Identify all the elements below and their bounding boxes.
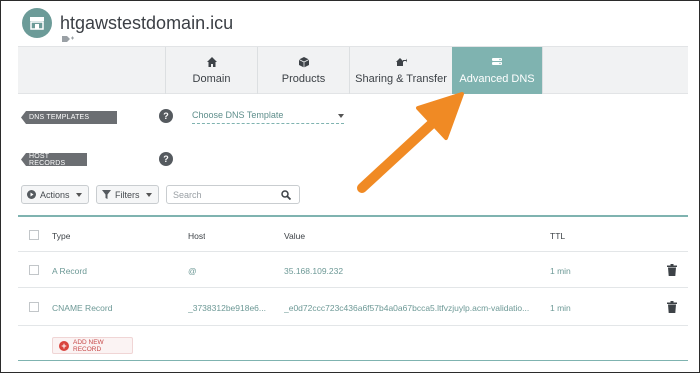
trash-icon[interactable] xyxy=(667,264,677,276)
help-icon[interactable]: ? xyxy=(159,109,173,123)
record-host[interactable]: @ xyxy=(188,266,197,276)
trash-icon[interactable] xyxy=(667,301,677,313)
home-icon xyxy=(206,57,217,67)
tab-domain[interactable]: Domain xyxy=(165,47,257,94)
search-icon[interactable] xyxy=(281,190,291,200)
search-input[interactable]: Search xyxy=(166,185,300,204)
box-icon xyxy=(298,57,309,68)
dns-templates-label: DNS TEMPLATES xyxy=(21,111,117,124)
share-icon xyxy=(396,58,407,66)
record-type[interactable]: CNAME Record xyxy=(52,303,112,313)
table-bottom-border xyxy=(18,360,688,361)
column-header-value[interactable]: Value xyxy=(284,231,305,241)
record-value[interactable]: _e0d72ccc723c436a6f57b4a0a67bcca5.ltfvzj… xyxy=(284,303,539,313)
column-header-ttl[interactable]: TTL xyxy=(550,231,565,241)
play-icon xyxy=(27,190,36,199)
help-icon[interactable]: ? xyxy=(159,152,173,166)
chevron-down-icon xyxy=(146,193,152,197)
dns-template-select[interactable]: Choose DNS Template xyxy=(192,110,344,124)
plus-icon: + xyxy=(59,341,69,351)
record-ttl[interactable]: 1 min xyxy=(550,266,571,276)
row-checkbox[interactable] xyxy=(29,265,39,275)
row-divider xyxy=(18,251,688,252)
chevron-down-icon xyxy=(76,193,82,197)
tab-label: Products xyxy=(281,73,326,85)
tab-label: Domain xyxy=(192,73,231,85)
row-divider xyxy=(18,325,688,326)
tab-divider xyxy=(542,47,543,94)
column-header-host[interactable]: Host xyxy=(188,231,205,241)
record-ttl[interactable]: 1 min xyxy=(550,303,571,313)
column-header-type[interactable]: Type xyxy=(52,231,70,241)
store-icon xyxy=(22,8,52,38)
add-new-record-button[interactable]: + ADD NEW RECORD xyxy=(52,337,133,354)
dns-icon xyxy=(492,58,502,65)
search-placeholder: Search xyxy=(173,189,202,200)
add-new-record-label: ADD NEW RECORD xyxy=(73,338,104,353)
table-top-border xyxy=(18,215,688,217)
host-records-label: HOST RECORDS xyxy=(21,153,87,166)
actions-button[interactable]: Actions xyxy=(21,185,89,204)
row-divider xyxy=(18,287,688,288)
domain-title: htgawstestdomain.icu xyxy=(60,13,234,33)
record-host[interactable]: _3738312be918e6... xyxy=(188,303,280,313)
filters-button[interactable]: Filters xyxy=(96,185,159,204)
row-checkbox[interactable] xyxy=(29,302,39,312)
select-all-checkbox[interactable] xyxy=(29,230,39,240)
filter-icon xyxy=(102,190,111,199)
dns-template-value: Choose DNS Template xyxy=(192,110,284,120)
annotation-arrow-icon xyxy=(357,92,464,193)
tag-icon[interactable] xyxy=(61,35,75,43)
actions-label: Actions xyxy=(40,189,70,200)
record-value[interactable]: 35.168.109.232 xyxy=(284,266,343,276)
record-type[interactable]: A Record xyxy=(52,266,87,276)
tab-products[interactable]: Products xyxy=(257,47,349,94)
filters-label: Filters xyxy=(115,189,140,200)
